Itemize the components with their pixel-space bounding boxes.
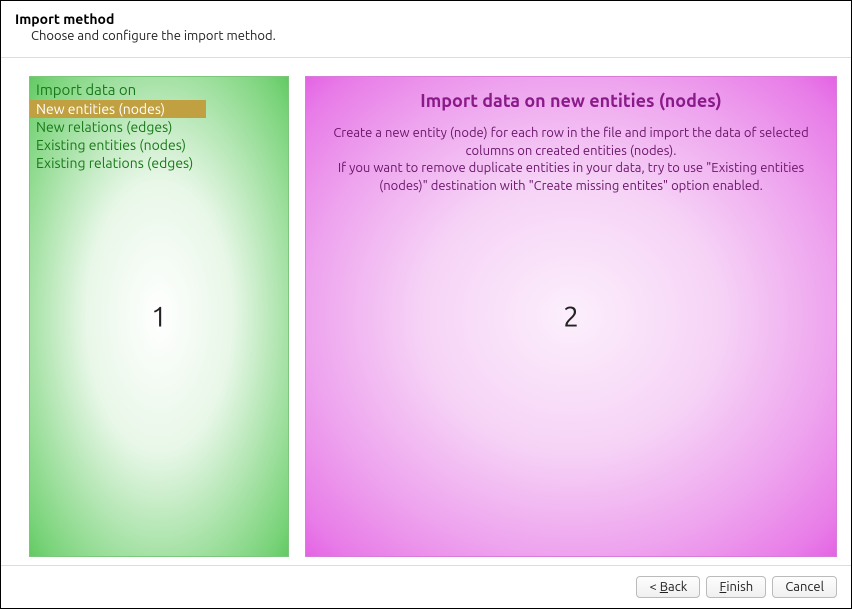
detail-line1: Create a new entity (node) for each row … bbox=[333, 126, 808, 158]
panel-detail: Import data on new entities (nodes) Crea… bbox=[305, 76, 837, 557]
back-mnemonic: B bbox=[660, 580, 668, 594]
back-button[interactable]: < Back bbox=[636, 576, 700, 598]
back-prefix: < bbox=[649, 580, 659, 594]
page-title: Import method bbox=[15, 11, 837, 27]
detail-line2: If you want to remove duplicate entities… bbox=[338, 161, 804, 193]
back-rest: ack bbox=[668, 580, 687, 594]
list-header: Import data on bbox=[30, 77, 288, 100]
finish-rest: inish bbox=[726, 580, 753, 594]
detail-body: Create a new entity (node) for each row … bbox=[306, 125, 836, 195]
header: Import method Choose and configure the i… bbox=[1, 1, 851, 58]
list-item-existing-entities[interactable]: Existing entities (nodes) bbox=[30, 136, 288, 154]
page-subtitle: Choose and configure the import method. bbox=[31, 29, 837, 43]
list-item-existing-relations[interactable]: Existing relations (edges) bbox=[30, 154, 288, 172]
panel-number-2: 2 bbox=[563, 301, 579, 332]
list-item-new-relations[interactable]: New relations (edges) bbox=[30, 118, 288, 136]
cancel-button[interactable]: Cancel bbox=[772, 576, 837, 598]
panel-import-on: Import data on New entities (nodes) New … bbox=[29, 76, 289, 557]
panel-number-1: 1 bbox=[151, 301, 167, 332]
list-item-new-entities[interactable]: New entities (nodes) bbox=[30, 100, 206, 118]
content: Import data on New entities (nodes) New … bbox=[1, 58, 851, 565]
detail-title: Import data on new entities (nodes) bbox=[306, 77, 836, 125]
footer: < Back Finish Cancel bbox=[1, 565, 851, 608]
finish-button[interactable]: Finish bbox=[706, 576, 766, 598]
